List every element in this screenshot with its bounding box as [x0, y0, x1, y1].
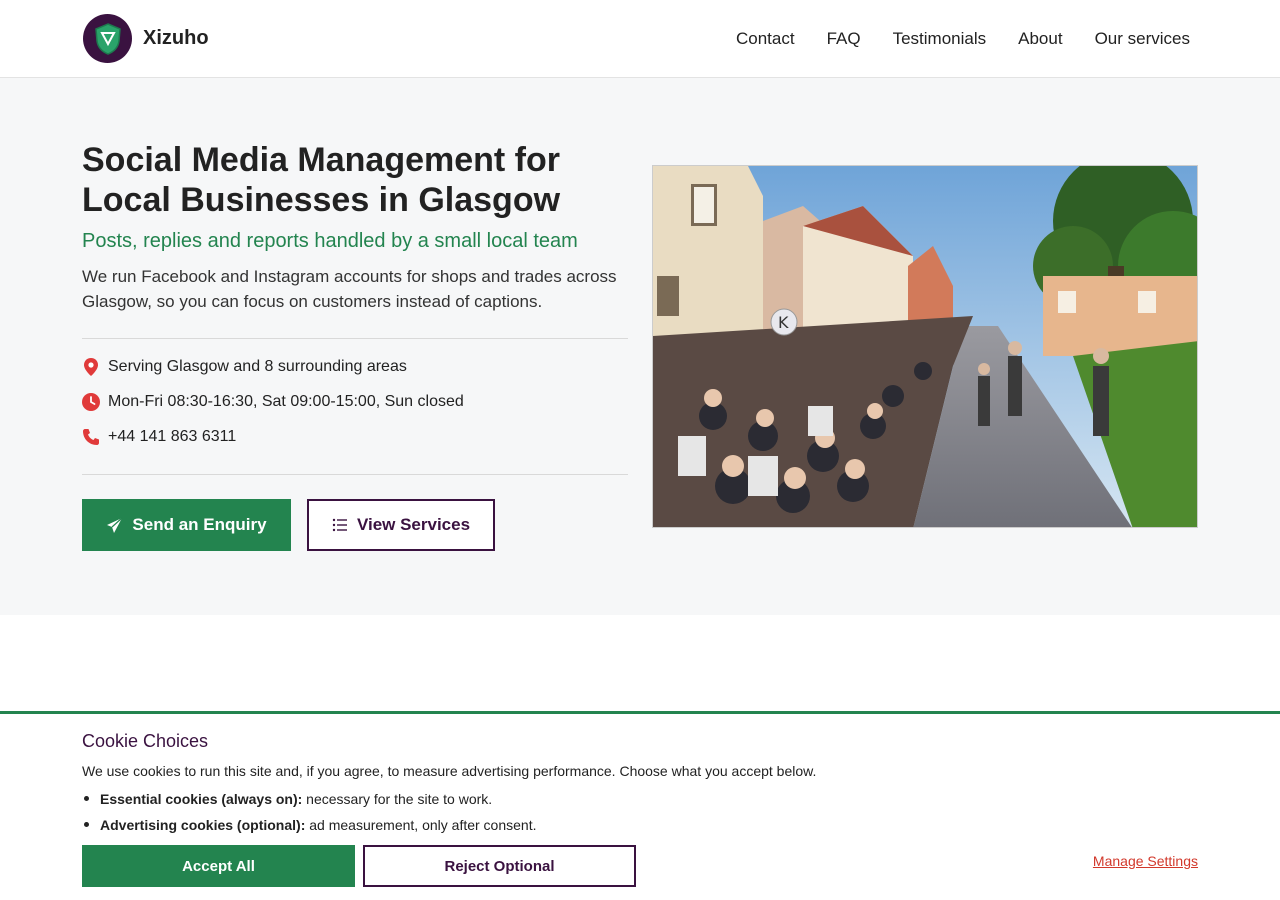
info-phone-text[interactable]: +44 141 863 6311: [108, 428, 236, 446]
site-header: Xizuho Contact FAQ Testimonials About Ou…: [0, 0, 1280, 78]
cookie-essential-item: Essential cookies (always on): necessary…: [82, 789, 536, 815]
cookie-text: We use cookies to run this site and, if …: [82, 763, 817, 779]
phone-icon: [82, 428, 100, 446]
reject-optional-button[interactable]: Reject Optional: [363, 845, 636, 887]
view-services-button[interactable]: View Services: [307, 499, 495, 551]
cookie-list: Essential cookies (always on): necessary…: [82, 789, 536, 841]
info-area: Serving Glasgow and 8 surrounding areas: [82, 358, 407, 376]
nav-testimonials[interactable]: Testimonials: [893, 29, 987, 49]
info-hours-text: Mon-Fri 08:30-16:30, Sat 09:00-15:00, Su…: [108, 393, 464, 410]
info-area-text: Serving Glasgow and 8 surrounding areas: [108, 358, 407, 375]
nav-about[interactable]: About: [1018, 29, 1062, 49]
info-phone: +44 141 863 6311: [82, 428, 236, 446]
divider: [82, 474, 628, 475]
main-nav: Contact FAQ Testimonials About Our servi…: [736, 29, 1190, 49]
brand-name[interactable]: Xizuho: [143, 27, 209, 50]
paper-plane-icon: [107, 517, 123, 533]
info-hours: Mon-Fri 08:30-16:30, Sat 09:00-15:00, Su…: [82, 393, 464, 411]
manage-settings-link[interactable]: Manage Settings: [1093, 853, 1198, 869]
hero-subtitle: Posts, replies and reports handled by a …: [82, 230, 578, 252]
send-enquiry-label: Send an Enquiry: [132, 515, 267, 534]
hero-title: Social Media Management for Local Busine…: [82, 141, 561, 219]
cookie-advertising-desc: ad measurement, only after consent.: [305, 817, 537, 833]
brand-logo[interactable]: [83, 14, 132, 63]
hero-description: We run Facebook and Instagram accounts f…: [82, 267, 617, 311]
hero-section: Social Media Management for Local Busine…: [0, 78, 1280, 615]
cookie-advertising-item: Advertising cookies (optional): ad measu…: [82, 815, 536, 841]
cookie-banner: Cookie Choices We use cookies to run thi…: [0, 711, 1280, 900]
hero-image: K: [652, 165, 1198, 528]
street-festival-photo: K: [653, 166, 1197, 527]
view-services-label: View Services: [356, 515, 471, 534]
map-pin-icon: [82, 358, 100, 376]
cookie-advertising-label: Advertising cookies (optional):: [100, 817, 306, 833]
shield-logo-icon: [94, 22, 121, 55]
cookie-essential-label: Essential cookies (always on):: [100, 791, 303, 807]
nav-contact[interactable]: Contact: [736, 29, 795, 49]
svg-text:K: K: [778, 313, 789, 332]
accept-all-button[interactable]: Accept All: [82, 845, 355, 887]
nav-our-services[interactable]: Our services: [1095, 29, 1190, 49]
send-enquiry-button[interactable]: Send an Enquiry: [82, 499, 291, 551]
cookie-essential-desc: necessary for the site to work.: [302, 791, 493, 807]
cookie-title: Cookie Choices: [82, 731, 209, 751]
clock-icon: [82, 393, 100, 411]
nav-faq[interactable]: FAQ: [827, 29, 861, 49]
divider: [82, 338, 628, 339]
list-icon: [332, 518, 347, 532]
